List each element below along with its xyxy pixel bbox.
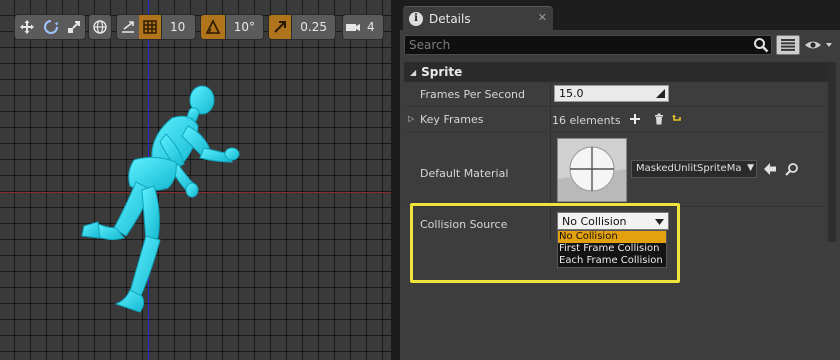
column-divider[interactable] bbox=[550, 208, 551, 240]
expand-arrow-icon[interactable]: ▷ bbox=[408, 114, 414, 123]
world-local-group bbox=[88, 14, 112, 40]
menu-item-no-collision[interactable]: No Collision bbox=[558, 231, 666, 243]
array-count: 16 elements bbox=[552, 114, 621, 127]
menu-item-each-frame-collision[interactable]: Each Frame Collision bbox=[558, 255, 666, 267]
category-label: Sprite bbox=[421, 65, 463, 79]
trash-icon bbox=[655, 113, 663, 125]
property-label: Frames Per Second bbox=[420, 88, 526, 101]
property-label: Default Material bbox=[420, 167, 509, 180]
tab-strip: i Details ✕ bbox=[400, 0, 840, 30]
rotation-snap-group: 10° bbox=[200, 14, 264, 40]
search-icon[interactable] bbox=[753, 37, 769, 53]
tab-label: Details bbox=[429, 11, 471, 26]
scale-snap-icon bbox=[274, 21, 287, 33]
search-row bbox=[404, 35, 836, 55]
reset-to-default-button[interactable] bbox=[670, 112, 684, 126]
rotation-snap-toggle[interactable] bbox=[201, 15, 225, 39]
camera-speed-group: 4 bbox=[342, 14, 384, 40]
scale-mode-button[interactable] bbox=[63, 15, 85, 39]
property-row-key-frames: ▷ Key Frames 16 elements bbox=[404, 108, 834, 132]
camera-icon bbox=[346, 24, 360, 31]
world-space-button[interactable] bbox=[89, 15, 111, 39]
frames-per-second-field[interactable]: 15.0 bbox=[554, 85, 669, 102]
browse-search-icon[interactable] bbox=[785, 162, 799, 176]
plus-icon bbox=[630, 114, 640, 124]
property-label: Collision Source bbox=[420, 218, 508, 231]
grid-snap-toggle[interactable] bbox=[139, 15, 161, 39]
mannequin-model[interactable] bbox=[80, 78, 250, 318]
property-row-default-material: Default Material MaskedUnlitSpriteMa ▼ bbox=[404, 133, 834, 207]
scale-snap-toggle[interactable] bbox=[269, 15, 292, 39]
translate-mode-button[interactable] bbox=[15, 15, 39, 39]
table-view-icon bbox=[781, 39, 795, 51]
collision-source-menu: No Collision First Frame Collision Each … bbox=[557, 230, 667, 268]
reset-arrow-icon bbox=[672, 114, 681, 121]
grid-snap-value[interactable]: 10 bbox=[162, 20, 193, 34]
material-thumbnail[interactable] bbox=[557, 138, 627, 202]
menu-item-first-frame-collision[interactable]: First Frame Collision bbox=[558, 243, 666, 255]
scale-icon bbox=[68, 21, 80, 33]
add-element-button[interactable] bbox=[628, 112, 642, 126]
column-divider[interactable] bbox=[550, 108, 551, 131]
material-sphere-icon bbox=[558, 139, 626, 201]
rotate-mode-button[interactable] bbox=[39, 15, 63, 39]
grid-icon bbox=[143, 20, 157, 34]
collapse-arrow-icon[interactable]: ◢ bbox=[410, 68, 416, 77]
category-sprite[interactable]: ◢ Sprite bbox=[404, 62, 834, 82]
column-divider[interactable] bbox=[550, 133, 551, 206]
panel-splitter[interactable] bbox=[391, 0, 400, 360]
grid-snap-group: 10 bbox=[116, 14, 196, 40]
viewport[interactable]: 10 10° 0.25 4 bbox=[0, 0, 391, 360]
details-panel: i Details ✕ ◢ Sprite Fr bbox=[400, 0, 840, 360]
field-value: 15.0 bbox=[559, 87, 584, 100]
details-scrollbar[interactable] bbox=[828, 62, 836, 242]
chevron-down-icon bbox=[655, 219, 664, 225]
scale-snap-group: 0.25 bbox=[268, 14, 336, 40]
eye-icon[interactable] bbox=[804, 38, 834, 52]
viewport-toolbar: 10 10° 0.25 4 bbox=[0, 0, 391, 46]
globe-icon bbox=[93, 20, 107, 34]
rotate-icon bbox=[44, 20, 58, 34]
info-icon: i bbox=[409, 11, 423, 26]
camera-speed-value[interactable]: 4 bbox=[363, 20, 379, 34]
collision-source-dropdown[interactable]: No Collision bbox=[557, 212, 669, 230]
tab-details[interactable]: i Details ✕ bbox=[403, 6, 553, 30]
dropdown-value: No Collision bbox=[562, 215, 627, 228]
column-divider[interactable] bbox=[550, 83, 551, 106]
use-selected-arrow-icon[interactable] bbox=[763, 162, 777, 176]
material-name: MaskedUnlitSpriteMa bbox=[636, 163, 742, 174]
material-picker-combo[interactable]: MaskedUnlitSpriteMa ▼ bbox=[631, 160, 757, 178]
close-icon[interactable]: ✕ bbox=[538, 11, 547, 24]
chevron-down-icon: ▼ bbox=[747, 163, 754, 173]
property-row-collision-source: Collision Source No Collision No Collisi… bbox=[404, 208, 834, 268]
camera-speed-button[interactable] bbox=[343, 15, 363, 39]
property-label: Key Frames bbox=[420, 113, 484, 126]
surface-snap-button[interactable] bbox=[117, 15, 139, 39]
expand-corner-icon bbox=[656, 89, 665, 98]
scale-snap-value[interactable]: 0.25 bbox=[292, 20, 335, 34]
rotation-snap-value[interactable]: 10° bbox=[226, 20, 263, 34]
property-row-frames-per-second: Frames Per Second 15.0 bbox=[404, 83, 834, 107]
property-matrix-button[interactable] bbox=[776, 35, 800, 55]
transform-mode-group bbox=[14, 14, 86, 40]
search-input[interactable] bbox=[404, 35, 772, 55]
empty-array-button[interactable] bbox=[652, 112, 666, 126]
angle-icon bbox=[205, 19, 221, 34]
surface-snap-icon bbox=[122, 21, 134, 33]
move-arrows-icon bbox=[20, 20, 34, 34]
